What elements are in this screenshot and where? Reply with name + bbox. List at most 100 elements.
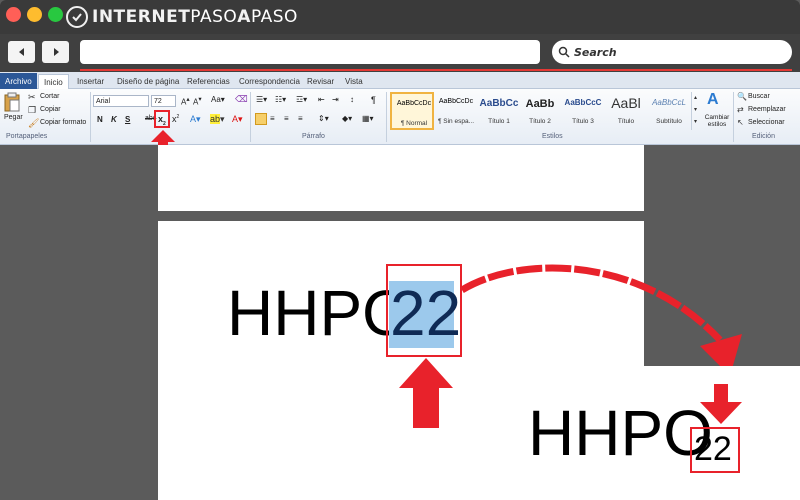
- tab-correspondencia[interactable]: Correspondencia: [234, 74, 305, 89]
- site-logo: INTERNETPASOAPASO: [66, 4, 298, 30]
- align-right-button[interactable]: ≡: [284, 114, 289, 123]
- logo-part-paso: PASO: [190, 7, 238, 27]
- ribbon-home: Pegar ✂ Cortar ❐ Copiar 🖌 Copiar formato…: [0, 89, 800, 145]
- change-styles-label: Cambiar estilos: [704, 114, 730, 128]
- binoculars-icon: 🔍: [737, 92, 747, 101]
- editing-group-label: Edición: [752, 133, 775, 140]
- arrow-right-icon: [53, 48, 59, 56]
- styles-scroll[interactable]: ▴ ▾ ▾: [691, 92, 699, 130]
- line-spacing-button[interactable]: ⇕▾: [318, 114, 329, 123]
- borders-button[interactable]: ▦▾: [362, 114, 374, 123]
- font-color-button[interactable]: A▾: [232, 114, 243, 125]
- style-titulo-2[interactable]: AaBb Título 2: [518, 92, 562, 130]
- find-button[interactable]: Buscar: [748, 93, 770, 100]
- text-effects-button[interactable]: A▾: [190, 114, 201, 125]
- logo-part-internet: INTERNET: [92, 7, 191, 27]
- justify-button[interactable]: ≡: [298, 114, 303, 123]
- style-subtitulo[interactable]: AaBbCcL Subtítulo: [647, 92, 691, 130]
- selection-highlight-box: [386, 264, 462, 357]
- arrow-left-icon: [18, 48, 24, 56]
- style-sin-espaciado-label: ¶ Sin espa...: [437, 118, 474, 125]
- font-family-select[interactable]: Arial: [93, 95, 149, 107]
- decrease-indent-button[interactable]: ⇤: [318, 95, 325, 104]
- paragraph-group-label: Párrafo: [302, 133, 325, 140]
- replace-button[interactable]: Reemplazar: [748, 106, 786, 113]
- tab-revisar[interactable]: Revisar: [302, 74, 339, 89]
- logo-part-a: A: [237, 7, 251, 27]
- multilevel-list-button[interactable]: ☲▾: [296, 95, 307, 104]
- tab-vista[interactable]: Vista: [340, 74, 368, 89]
- document-text: HHPO: [227, 277, 412, 349]
- style-titulo-label: Título: [617, 118, 635, 125]
- style-titulo-sample: AaBl: [611, 95, 641, 111]
- search-input[interactable]: Search: [552, 40, 792, 64]
- change-styles-icon: A: [707, 91, 719, 108]
- tab-diseno-pagina[interactable]: Diseño de página: [112, 74, 184, 89]
- logo-check-icon: [66, 6, 88, 28]
- result-text: HHPO: [528, 397, 713, 469]
- align-left-button[interactable]: [255, 113, 267, 125]
- select-icon: ↖: [737, 118, 744, 127]
- style-normal-sample: AaBbCcDc: [396, 100, 432, 107]
- change-styles-button[interactable]: A Cambiar estilos: [701, 91, 733, 131]
- clipboard-group-label: Portapapeles: [6, 133, 48, 140]
- bold-button[interactable]: N: [97, 115, 103, 124]
- tab-insertar[interactable]: Insertar: [72, 74, 109, 89]
- shrink-font-button[interactable]: A▾: [193, 95, 202, 107]
- sort-button[interactable]: ↕: [350, 95, 354, 104]
- change-case-button[interactable]: Aa▾: [211, 95, 225, 104]
- navbar-accent-line: [80, 69, 792, 71]
- style-titulo-1[interactable]: AaBbCc Título 1: [477, 92, 521, 130]
- superscript-button[interactable]: x2: [172, 114, 179, 124]
- style-titulo-3-label: Título 3: [572, 118, 594, 125]
- style-titulo[interactable]: AaBl Título: [604, 92, 648, 130]
- select-button[interactable]: Seleccionar: [748, 119, 785, 126]
- group-divider: [733, 92, 734, 142]
- browser-titlebar: INTERNETPASOAPASO: [0, 0, 800, 34]
- replace-icon: ⇄: [737, 105, 744, 114]
- bullets-button[interactable]: ☰▾: [256, 95, 267, 104]
- copy-icon: ❐: [28, 105, 37, 115]
- font-size-select[interactable]: 72: [151, 95, 176, 107]
- minimize-window-button[interactable]: [27, 7, 42, 22]
- tab-referencias[interactable]: Referencias: [182, 74, 235, 89]
- copy-button[interactable]: Copiar: [40, 106, 61, 113]
- style-sin-espaciado[interactable]: AaBbCcDc ¶ Sin espa...: [434, 92, 478, 130]
- style-titulo-2-label: Título 2: [529, 118, 551, 125]
- group-divider: [386, 92, 387, 142]
- grow-font-button[interactable]: A▴: [181, 95, 190, 107]
- highlight-button[interactable]: ab▾: [210, 114, 225, 125]
- style-subtitulo-label: Subtítulo: [656, 118, 682, 125]
- style-titulo-3[interactable]: AaBbCcC Título 3: [561, 92, 605, 130]
- underline-button[interactable]: S: [125, 115, 130, 124]
- subscript-highlight-box: [154, 110, 170, 128]
- address-bar[interactable]: [80, 40, 540, 64]
- italic-button[interactable]: K: [111, 115, 117, 124]
- search-icon: [558, 46, 570, 58]
- align-center-button[interactable]: ≡: [270, 114, 275, 123]
- increase-indent-button[interactable]: ⇥: [332, 95, 339, 104]
- tab-archivo[interactable]: Archivo: [0, 73, 37, 89]
- scissors-icon: ✂: [28, 92, 36, 102]
- forward-button[interactable]: [42, 41, 69, 63]
- shading-button[interactable]: ◆▾: [342, 114, 352, 123]
- format-painter-button[interactable]: Copiar formato: [40, 119, 86, 126]
- numbering-button[interactable]: ☷▾: [275, 95, 286, 104]
- document-page-1: [158, 145, 644, 211]
- ribbon-tabs: Archivo Inicio Insertar Diseño de página…: [0, 72, 800, 89]
- tab-inicio[interactable]: Inicio: [38, 74, 69, 89]
- styles-group-label: Estilos: [542, 133, 563, 140]
- search-label: Search: [574, 45, 617, 59]
- maximize-window-button[interactable]: [48, 7, 63, 22]
- show-marks-button[interactable]: ¶: [371, 95, 376, 105]
- paste-button[interactable]: Pegar: [3, 92, 25, 130]
- clear-format-icon[interactable]: ⌫: [235, 94, 248, 105]
- style-titulo-1-label: Título 1: [488, 118, 510, 125]
- style-titulo-2-sample: AaBb: [525, 98, 555, 110]
- back-button[interactable]: [8, 41, 35, 63]
- close-window-button[interactable]: [6, 7, 21, 22]
- cut-button[interactable]: Cortar: [40, 93, 59, 100]
- group-divider: [250, 92, 251, 142]
- paste-label: Pegar: [4, 114, 23, 121]
- style-normal[interactable]: AaBbCcDc ¶ Normal: [390, 92, 434, 130]
